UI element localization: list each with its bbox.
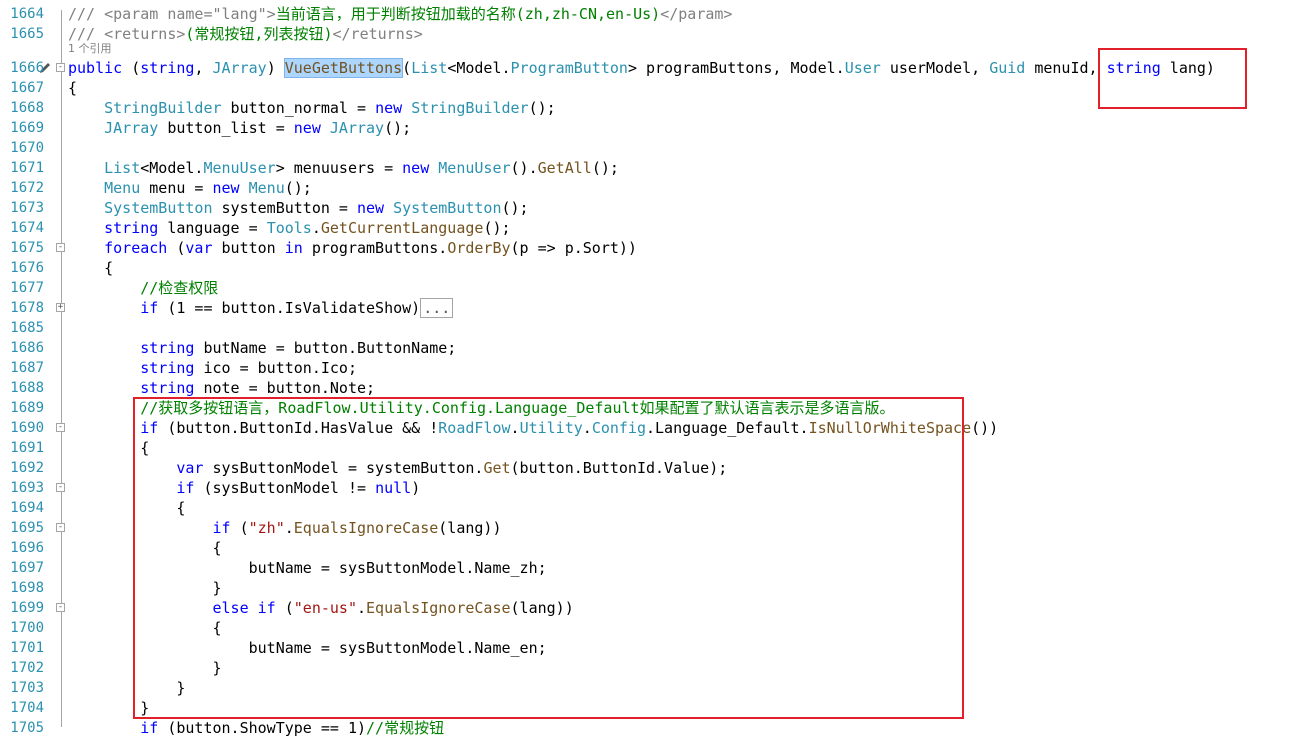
code-text[interactable]: foreach (var button in programButtons.Or… [68,238,637,258]
code-text[interactable]: string ico = button.Ico; [68,358,357,378]
code-text[interactable]: /// <returns>(常规按钮,列表按钮)</returns> [68,24,423,44]
code-text[interactable]: { [68,78,77,98]
line-number: 1698 [10,580,44,596]
line-number: 1702 [10,660,44,676]
code-text[interactable]: SystemButton systemButton = new SystemBu… [68,198,528,218]
line-number: 1699 [10,600,44,616]
line-number: 1689 [10,400,44,416]
line-number: 1685 [10,320,44,336]
line-number: 1686 [10,340,44,356]
line-number: 1687 [10,360,44,376]
code-text[interactable]: string language = Tools.GetCurrentLangua… [68,218,510,238]
code-editor[interactable]: 1 个引用 1664 /// <param name="lang">当前语言，用于… [0,0,1297,737]
line-number: 1691 [10,440,44,456]
code-line[interactable]: 1677 //检查权限 [0,278,1297,298]
line-number: 1697 [10,560,44,576]
reference-codelens[interactable]: 1 个引用 [68,42,112,56]
code-line[interactable]: 1664 /// <param name="lang">当前语言，用于判断按钮加载… [0,4,1297,24]
collapse-icon[interactable]: - [56,523,65,532]
code-text[interactable]: if (button.ShowType == 1)//常规按钮 [68,718,444,738]
line-number: 1673 [10,200,44,216]
collapse-icon[interactable]: - [56,243,65,252]
line-number: 1676 [10,260,44,276]
code-text[interactable]: JArray button_list = new JArray(); [68,118,411,138]
code-line[interactable]: 1673 SystemButton systemButton = new Sys… [0,198,1297,218]
line-number: 1688 [10,380,44,396]
line-number: 1696 [10,540,44,556]
collapse-icon[interactable]: - [56,483,65,492]
code-line[interactable]: 1665 /// <returns>(常规按钮,列表按钮)</returns> [0,24,1297,44]
code-text[interactable]: string butName = button.ButtonName; [68,338,456,358]
code-text[interactable]: //检查权限 [68,278,218,298]
code-line[interactable]: 1685 [0,318,1297,338]
code-line[interactable]: 1688 string note = button.Note; [0,378,1297,398]
code-text[interactable]: public (string, JArray) VueGetButtons(Li… [68,58,1215,78]
code-text[interactable]: { [68,258,113,278]
code-line[interactable]: 1672 Menu menu = new Menu(); [0,178,1297,198]
collapse-icon[interactable]: - [56,423,65,432]
code-text[interactable]: Menu menu = new Menu(); [68,178,312,198]
line-number: 1668 [10,100,44,116]
code-line[interactable]: 1687 string ico = button.Ico; [0,358,1297,378]
line-number: 1675 [10,240,44,256]
code-line[interactable]: 1678 + if (1 == button.IsValidateShow)... [0,298,1297,318]
expand-icon[interactable]: + [56,303,65,312]
line-number: 1705 [10,720,44,736]
code-line[interactable]: 1669 JArray button_list = new JArray(); [0,118,1297,138]
code-text[interactable]: StringBuilder button_normal = new String… [68,98,556,118]
code-line[interactable]: 1676 { [0,258,1297,278]
line-number: 1667 [10,80,44,96]
highlight-box-language-block [133,397,964,719]
code-line[interactable]: 1674 string language = Tools.GetCurrentL… [0,218,1297,238]
collapse-icon[interactable]: - [56,603,65,612]
code-text[interactable]: /// <param name="lang">当前语言，用于判断按钮加载的名称(… [68,4,732,24]
line-number: 1677 [10,280,44,296]
line-number: 1666 [10,60,44,76]
code-text[interactable]: List<Model.MenuUser> menuusers = new Men… [68,158,619,178]
code-line[interactable]: 1671 List<Model.MenuUser> menuusers = ne… [0,158,1297,178]
line-number: 1695 [10,520,44,536]
line-number: 1670 [10,140,44,156]
line-number: 1692 [10,460,44,476]
line-number: 1693 [10,480,44,496]
code-text[interactable]: if (1 == button.IsValidateShow)... [68,298,454,318]
line-number: 1672 [10,180,44,196]
line-number: 1690 [10,420,44,436]
line-number: 1665 [10,26,44,42]
line-number: 1694 [10,500,44,516]
code-line[interactable]: 1686 string butName = button.ButtonName; [0,338,1297,358]
line-number: 1664 [10,6,44,22]
line-number: 1700 [10,620,44,636]
code-text[interactable]: string note = button.Note; [68,378,375,398]
code-line[interactable]: 1675 - foreach (var button in programButt… [0,238,1297,258]
line-number: 1678 [10,300,44,316]
line-number: 1704 [10,700,44,716]
line-number: 1701 [10,640,44,656]
collapse-icon[interactable]: - [56,63,65,72]
line-number: 1671 [10,160,44,176]
line-number: 1674 [10,220,44,236]
highlight-box-lang-param [1098,48,1247,109]
line-number: 1669 [10,120,44,136]
code-line[interactable]: 1705 if (button.ShowType == 1)//常规按钮 [0,718,1297,738]
line-number: 1703 [10,680,44,696]
code-line[interactable]: 1670 [0,138,1297,158]
